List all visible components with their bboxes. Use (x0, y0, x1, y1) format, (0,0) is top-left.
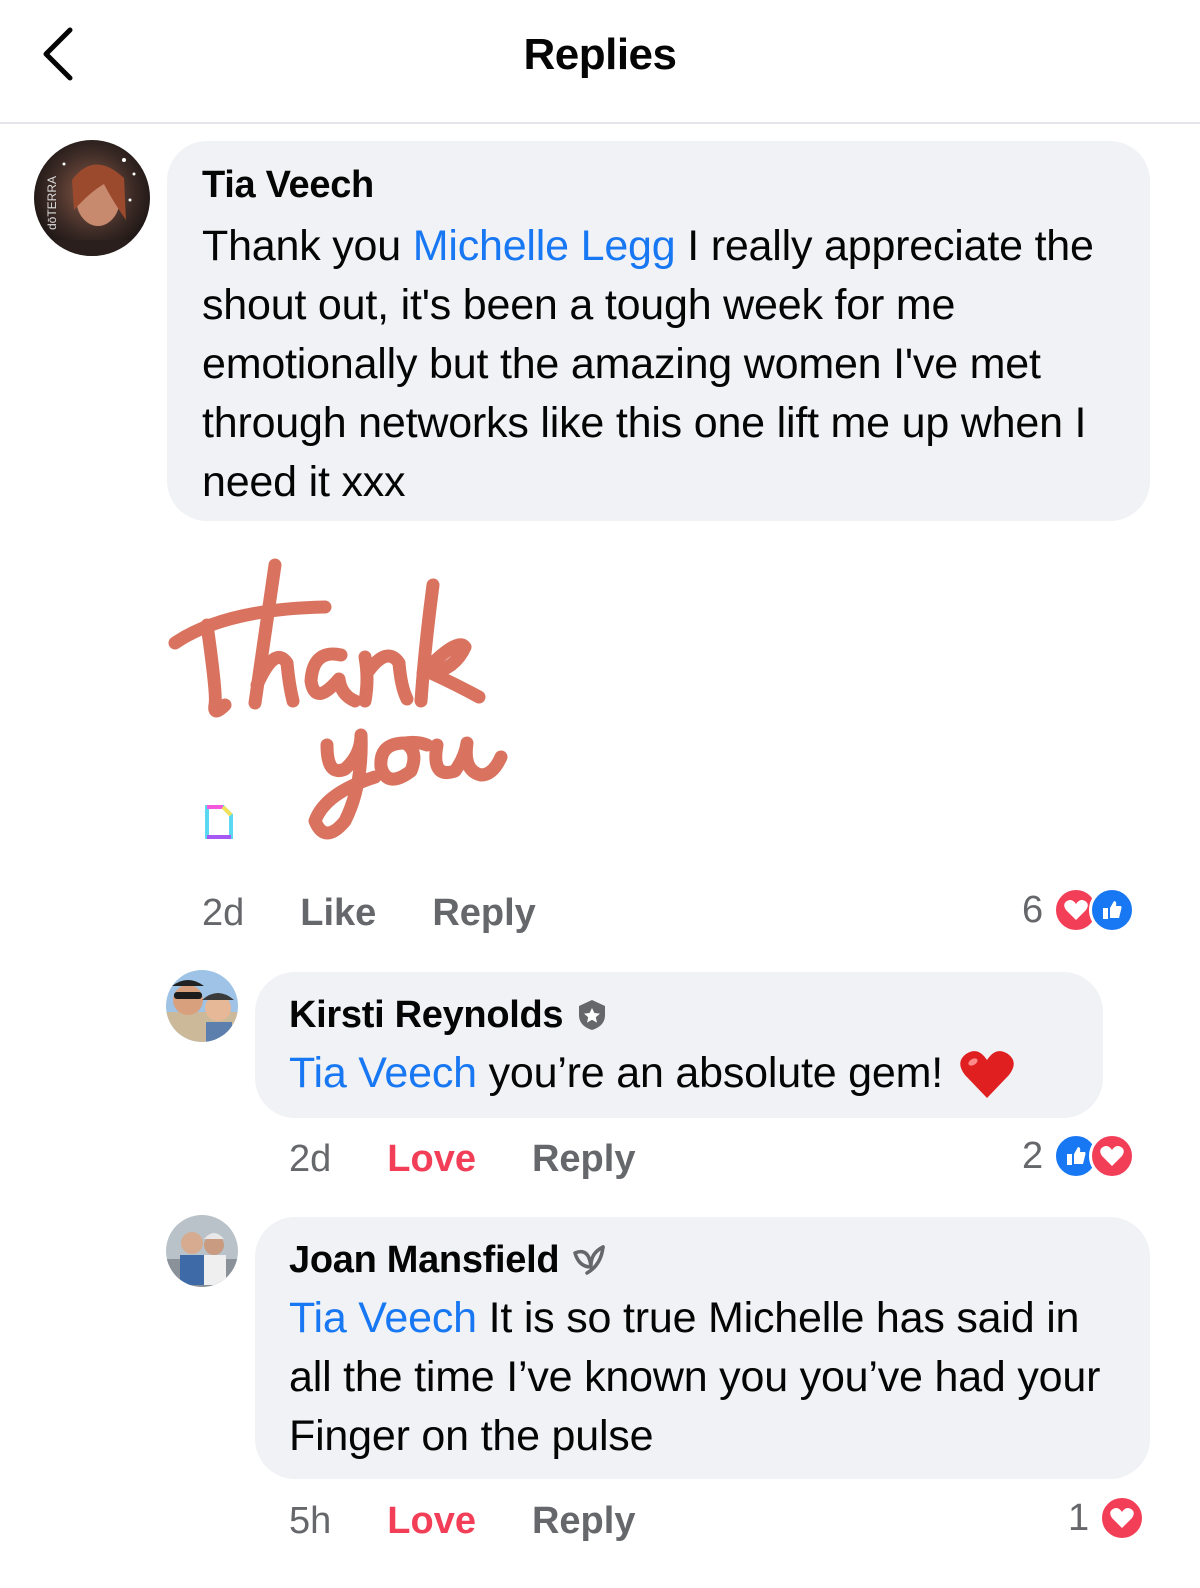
comment-bubble[interactable]: Kirsti Reynolds Tia Veech you’re an abso… (255, 972, 1103, 1118)
mention-link[interactable]: Michelle Legg (413, 222, 676, 270)
mention-link[interactable]: Tia Veech (289, 1044, 477, 1103)
page-title: Replies (523, 30, 677, 79)
reply-button[interactable]: Reply (532, 1500, 635, 1543)
reaction-summary[interactable]: 2 (1022, 1133, 1136, 1179)
header-bar: Replies (0, 0, 1200, 124)
comment-author-row: Joan Mansfield (289, 1237, 1116, 1283)
comment-author[interactable]: Kirsti Reynolds (289, 994, 564, 1037)
avatar-watermark: dōTERRA (45, 176, 59, 230)
reply-button[interactable]: Reply (432, 892, 535, 935)
comment-actions: 2d Like Reply (202, 890, 592, 936)
shield-badge-icon (579, 1000, 606, 1030)
mention-link[interactable]: Tia Veech (289, 1294, 477, 1342)
heart-reaction-icon (1089, 1133, 1136, 1179)
reply-button[interactable]: Reply (532, 1138, 635, 1181)
leaf-badge-icon (573, 1245, 606, 1275)
avatar-kirsti-reynolds[interactable] (166, 970, 238, 1042)
comment-text: Thank you Michelle Legg I really appreci… (202, 217, 1116, 512)
comment-text-start: Thank you (202, 222, 413, 270)
avatar-image (166, 1215, 238, 1287)
comment-author-row: Kirsti Reynolds (289, 992, 1069, 1038)
comment-bubble[interactable]: Tia Veech Thank you Michelle Legg I real… (167, 141, 1150, 521)
comment-actions: 5h Love Reply (289, 1498, 691, 1544)
reaction-count: 1 (1068, 1496, 1090, 1539)
comment-timestamp: 2d (289, 1137, 332, 1180)
comment-timestamp: 2d (202, 891, 245, 934)
comment-bubble[interactable]: Joan Mansfield Tia Veech It is so true M… (255, 1217, 1150, 1479)
comment-text: Tia Veech you’re an absolute gem! (289, 1044, 1069, 1103)
avatar-image (166, 970, 238, 1042)
avatar-tia-veech[interactable]: dōTERRA (34, 140, 150, 256)
love-button[interactable]: Love (387, 1500, 476, 1543)
love-button[interactable]: Love (387, 1138, 476, 1181)
reaction-count: 6 (1022, 888, 1044, 931)
heart-reaction-icon (1099, 1495, 1146, 1541)
reaction-count: 2 (1022, 1134, 1044, 1177)
comment-author[interactable]: Tia Veech (202, 163, 1116, 207)
comment-timestamp: 5h (289, 1499, 332, 1542)
like-button[interactable]: Like (300, 892, 376, 935)
comment-author[interactable]: Joan Mansfield (289, 1239, 560, 1282)
avatar-joan-mansfield[interactable] (166, 1215, 238, 1287)
comment-text: Tia Veech It is so true Michelle has sai… (289, 1289, 1116, 1466)
avatar-image: dōTERRA (34, 140, 150, 256)
comment-actions: 2d Love Reply (289, 1136, 691, 1182)
like-reaction-icon (1089, 887, 1136, 933)
comment-text-body: you’re an absolute gem! (476, 1049, 955, 1097)
red-heart-emoji-icon (959, 1050, 1014, 1098)
reaction-summary[interactable]: 6 (1022, 887, 1136, 933)
gif-file-icon (204, 804, 234, 840)
reaction-summary[interactable]: 1 (1068, 1495, 1146, 1541)
